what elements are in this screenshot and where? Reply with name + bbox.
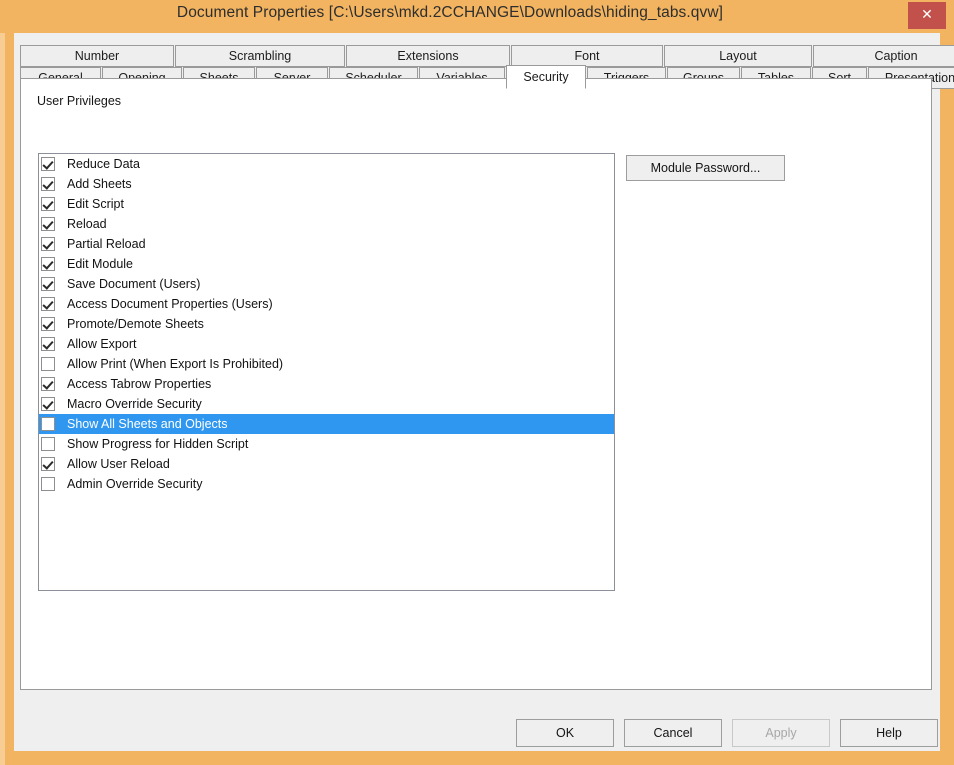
checkbox-icon[interactable] — [41, 297, 55, 311]
privilege-row[interactable]: Save Document (Users) — [39, 274, 614, 294]
module-password-button[interactable]: Module Password... — [626, 155, 785, 181]
privilege-row[interactable]: Reload — [39, 214, 614, 234]
help-button[interactable]: Help — [840, 719, 938, 747]
privilege-label: Allow Export — [67, 337, 137, 351]
checkbox-icon[interactable] — [41, 377, 55, 391]
checkbox-icon[interactable] — [41, 237, 55, 251]
cancel-button[interactable]: Cancel — [624, 719, 722, 747]
privilege-row[interactable]: Edit Module — [39, 254, 614, 274]
privilege-row[interactable]: Access Document Properties (Users) — [39, 294, 614, 314]
checkbox-icon[interactable] — [41, 277, 55, 291]
window-frame-edge — [0, 0, 5, 765]
privilege-label: Reduce Data — [67, 157, 140, 171]
checkbox-icon[interactable] — [41, 417, 55, 431]
privilege-label: Access Document Properties (Users) — [67, 297, 273, 311]
checkbox-icon[interactable] — [41, 397, 55, 411]
security-tab-page: User Privileges Reduce Data Add Sheets Edi… — [20, 78, 932, 690]
apply-button: Apply — [732, 719, 830, 747]
close-icon[interactable]: ✕ — [908, 2, 946, 29]
privilege-label: Reload — [67, 217, 107, 231]
dialog-button-bar: OK Cancel Apply Help — [14, 691, 940, 751]
privilege-label: Allow User Reload — [67, 457, 170, 471]
tab-extensions[interactable]: Extensions — [346, 45, 510, 67]
privilege-label: Admin Override Security — [67, 477, 203, 491]
privilege-row[interactable]: Show Progress for Hidden Script — [39, 434, 614, 454]
privilege-row[interactable]: Edit Script — [39, 194, 614, 214]
checkbox-icon[interactable] — [41, 177, 55, 191]
dialog-window: Document Properties [C:\Users\mkd.2CCHAN… — [0, 0, 954, 765]
privilege-label: Save Document (Users) — [67, 277, 201, 291]
privilege-label: Access Tabrow Properties — [67, 377, 212, 391]
privilege-row[interactable]: Allow User Reload — [39, 454, 614, 474]
privilege-label: Show Progress for Hidden Script — [67, 437, 249, 451]
checkbox-icon[interactable] — [41, 357, 55, 371]
privilege-row[interactable]: Allow Print (When Export Is Prohibited) — [39, 354, 614, 374]
tab-security[interactable]: Security — [506, 65, 586, 89]
privilege-row[interactable]: Admin Override Security — [39, 474, 614, 494]
dialog-client-area: Number Scrambling Extensions Font Layout Capt… — [14, 33, 954, 751]
checkbox-icon[interactable] — [41, 477, 55, 491]
privilege-label: Promote/Demote Sheets — [67, 317, 204, 331]
checkbox-icon[interactable] — [41, 157, 55, 171]
checkbox-icon[interactable] — [41, 337, 55, 351]
privilege-row[interactable]: Allow Export — [39, 334, 614, 354]
privilege-label: Edit Script — [67, 197, 124, 211]
user-privileges-label: User Privileges — [37, 94, 122, 108]
privilege-label: Show All Sheets and Objects — [67, 417, 228, 431]
tab-layout[interactable]: Layout — [664, 45, 812, 67]
privilege-row[interactable]: Partial Reload — [39, 234, 614, 254]
privilege-label: Edit Module — [67, 257, 134, 271]
checkbox-icon[interactable] — [41, 317, 55, 331]
title-bar: Document Properties [C:\Users\mkd.2CCHAN… — [0, 0, 954, 33]
privilege-row[interactable]: Reduce Data — [39, 154, 614, 174]
checkbox-icon[interactable] — [41, 457, 55, 471]
checkbox-icon[interactable] — [41, 217, 55, 231]
privilege-label: Add Sheets — [67, 177, 132, 191]
privilege-row[interactable]: Add Sheets — [39, 174, 614, 194]
tab-caption[interactable]: Caption — [813, 45, 954, 67]
checkbox-icon[interactable] — [41, 257, 55, 271]
tab-font[interactable]: Font — [511, 45, 663, 67]
tab-scrambling[interactable]: Scrambling — [175, 45, 345, 67]
ok-button[interactable]: OK — [516, 719, 614, 747]
checkbox-icon[interactable] — [41, 437, 55, 451]
privilege-label: Macro Override Security — [67, 397, 202, 411]
tab-number[interactable]: Number — [20, 45, 174, 67]
privilege-label: Partial Reload — [67, 237, 146, 251]
window-title: Document Properties [C:\Users\mkd.2CCHAN… — [176, 4, 724, 21]
privilege-row[interactable]: Access Tabrow Properties — [39, 374, 614, 394]
privilege-row[interactable]: Show All Sheets and Objects — [39, 414, 614, 434]
privilege-row[interactable]: Macro Override Security — [39, 394, 614, 414]
privilege-label: Allow Print (When Export Is Prohibited) — [67, 357, 284, 371]
checkbox-icon[interactable] — [41, 197, 55, 211]
privilege-row[interactable]: Promote/Demote Sheets — [39, 314, 614, 334]
user-privileges-list[interactable]: Reduce Data Add Sheets Edit Script Reload Pa… — [38, 153, 615, 591]
